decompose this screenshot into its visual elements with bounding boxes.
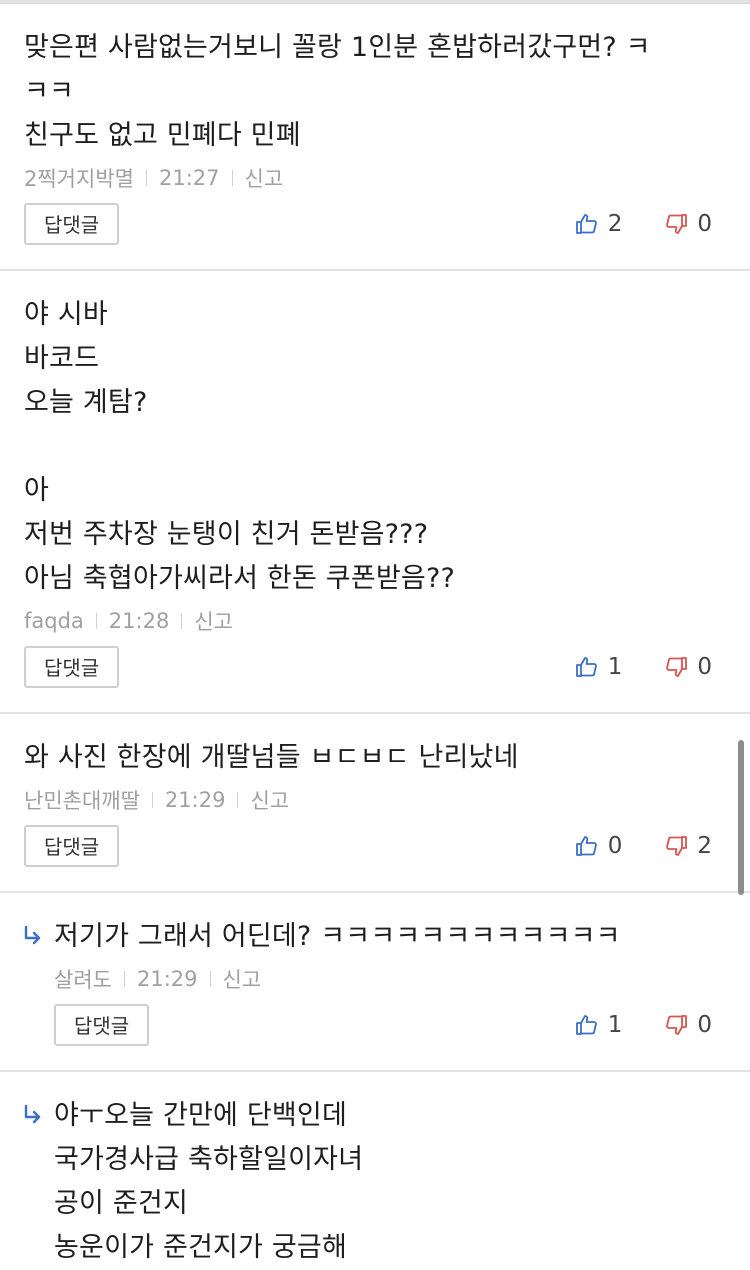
- dislike-count: 0: [697, 211, 712, 237]
- comment-text-line: 맞은편 사람없는거보니 꼴랑 1인분 혼밥하러갔구먼? ㅋ: [24, 32, 651, 63]
- comment-text-line: 야ㅜ오늘 간만에 단백인데: [54, 1100, 348, 1131]
- meta-separator: [181, 613, 183, 629]
- comment-item: 맞은편 사람없는거보니 꼴랑 1인분 혼밥하러갔구먼? ㅋㅋㅋ 친구도 없고 민폐…: [0, 4, 750, 271]
- meta-separator: [95, 613, 97, 629]
- comment-actions: 답댓글 2 0: [24, 201, 712, 247]
- meta-separator: [231, 170, 233, 186]
- comment-text-line: 친구도 없고 민폐다 민폐: [24, 120, 301, 151]
- comment-body: 저기가 그래서 어딘데? ㅋㅋㅋㅋㅋㅋㅋㅋㅋㅋㅋㅋ: [54, 915, 710, 959]
- reply-button[interactable]: 답댓글: [24, 646, 120, 688]
- dislike-count: 0: [697, 654, 712, 680]
- comment-body: 야 시바바코드오늘 계탐? 아저번 주차장 눈탱이 친거 돈받음??? 아님 축협아…: [24, 293, 710, 601]
- meta-separator: [151, 792, 153, 808]
- comment-time: 21:27: [158, 166, 220, 190]
- vote-group: 10: [575, 654, 712, 680]
- thumbs-down-icon: [664, 655, 697, 679]
- comment-body: 야ㅜ오늘 간만에 단백인데국가경사급 축하할일이자녀공이 준건지농운이가 준건지…: [54, 1094, 710, 1270]
- author-name[interactable]: faqda: [24, 609, 84, 633]
- author-name[interactable]: 난민촌대깨딸: [24, 785, 140, 815]
- vote-group: 02: [575, 833, 712, 859]
- comment-body: 맞은편 사람없는거보니 꼴랑 1인분 혼밥하러갔구먼? ㅋㅋㅋ 친구도 없고 민폐…: [24, 26, 710, 158]
- like-button[interactable]: 2: [575, 211, 623, 237]
- thumbs-up-icon: [575, 834, 608, 858]
- comment-time: 21:29: [136, 967, 198, 991]
- comment-list: 맞은편 사람없는거보니 꼴랑 1인분 혼밥하러갔구먼? ㅋㅋㅋ 친구도 없고 민폐…: [0, 4, 750, 1270]
- report-link[interactable]: 신고: [223, 964, 262, 994]
- meta-separator: [123, 971, 125, 987]
- comment-text-line: 저번 주차장 눈탱이 친거 돈받음???: [24, 519, 429, 550]
- meta-separator: [145, 170, 147, 186]
- like-count: 0: [607, 833, 623, 859]
- comment-text-line: 농운이가 준건지가 궁금해: [54, 1232, 348, 1263]
- like-button[interactable]: 0: [575, 833, 623, 859]
- reply-comment: 야ㅜ오늘 간만에 단백인데국가경사급 축하할일이자녀공이 준건지농운이가 준건지…: [0, 1072, 750, 1270]
- reply-arrow-icon: [22, 925, 44, 947]
- meta-separator: [209, 971, 211, 987]
- comment-text-line: 와 사진 한장에 개딸넘들 ㅂㄷㅂㄷ 난리났네: [24, 742, 519, 773]
- report-link[interactable]: 신고: [245, 163, 284, 193]
- meta-separator: [237, 792, 239, 808]
- thumbs-down-icon: [664, 1013, 697, 1037]
- dislike-button[interactable]: 2: [664, 833, 712, 859]
- comment-actions: 답댓글 1 0: [24, 644, 712, 690]
- reply-button[interactable]: 답댓글: [24, 203, 120, 245]
- thumbs-up-icon: [575, 1013, 608, 1037]
- comment-body: 와 사진 한장에 개딸넘들 ㅂㄷㅂㄷ 난리났네: [24, 736, 710, 780]
- comment-text-line: 아: [24, 475, 50, 506]
- comment-actions: 답댓글 0 2: [24, 823, 712, 869]
- comment-text-line: 바코드: [24, 343, 100, 374]
- thumbs-down-icon: [664, 212, 697, 236]
- author-name[interactable]: 살려도: [54, 964, 112, 994]
- comment-text-line: [24, 425, 710, 469]
- like-count: 2: [607, 211, 623, 237]
- vote-group: 10: [575, 1012, 712, 1038]
- thumbs-up-icon: [575, 212, 608, 236]
- like-button[interactable]: 1: [575, 1012, 623, 1038]
- dislike-button[interactable]: 0: [664, 211, 712, 237]
- comment-actions: 답댓글 1 0: [54, 1002, 712, 1048]
- comment-text-line: 저기가 그래서 어딘데? ㅋㅋㅋㅋㅋㅋㅋㅋㅋㅋㅋㅋ: [54, 921, 621, 952]
- dislike-button[interactable]: 0: [664, 1012, 712, 1038]
- comment-item: 와 사진 한장에 개딸넘들 ㅂㄷㅂㄷ 난리났네난민촌대깨딸 21:29 신고답댓글 0…: [0, 714, 750, 893]
- comment-meta: 살려도 21:29 신고: [54, 963, 710, 995]
- dislike-count: 2: [697, 833, 712, 859]
- comment-meta: faqda 21:28 신고: [24, 605, 710, 637]
- report-link[interactable]: 신고: [194, 606, 233, 636]
- reply-button[interactable]: 답댓글: [24, 825, 120, 867]
- comment-time: 21:28: [108, 609, 170, 633]
- reply-button[interactable]: 답댓글: [54, 1004, 150, 1046]
- comment-item: 야 시바바코드오늘 계탐? 아저번 주차장 눈탱이 친거 돈받음??? 아님 축협아…: [0, 271, 750, 714]
- like-count: 1: [607, 654, 623, 680]
- author-name[interactable]: 2찍거지박멸: [24, 163, 134, 193]
- thumbs-down-icon: [664, 834, 697, 858]
- dislike-count: 0: [697, 1012, 712, 1038]
- comment-text-line: 아님 축협아가씨라서 한돈 쿠폰받음??: [24, 563, 456, 594]
- comment-text-line: ㅋㅋ: [24, 76, 75, 107]
- comment-text-line: 국가경사급 축하할일이자녀: [54, 1144, 364, 1175]
- comment-text-line: 공이 준건지: [54, 1188, 188, 1219]
- like-button[interactable]: 1: [575, 654, 623, 680]
- report-link[interactable]: 신고: [250, 785, 289, 815]
- comment-text-line: 오늘 계탐?: [24, 387, 148, 418]
- comment-meta: 2찍거지박멸 21:27 신고: [24, 162, 710, 194]
- thumbs-up-icon: [575, 655, 608, 679]
- comment-text-line: 야 시바: [24, 299, 108, 330]
- comment-time: 21:29: [164, 788, 226, 812]
- dislike-button[interactable]: 0: [664, 654, 712, 680]
- reply-comment: 저기가 그래서 어딘데? ㅋㅋㅋㅋㅋㅋㅋㅋㅋㅋㅋㅋ 살려도 21:29 신고 답댓글 1 0: [0, 893, 750, 1072]
- reply-arrow-icon: [22, 1104, 44, 1126]
- like-count: 1: [607, 1012, 623, 1038]
- vote-group: 20: [575, 211, 712, 237]
- comment-meta: 난민촌대깨딸 21:29 신고: [24, 784, 710, 816]
- scrollbar[interactable]: [738, 740, 744, 895]
